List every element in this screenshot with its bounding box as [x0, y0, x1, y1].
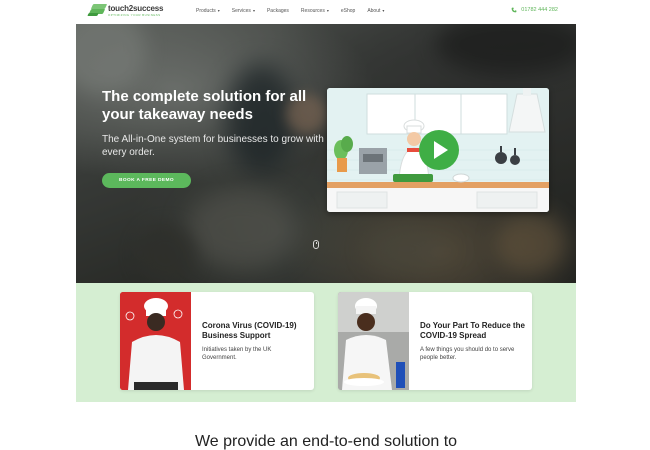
chevron-down-icon: ▾ — [217, 8, 220, 13]
chevron-down-icon: ▾ — [252, 8, 255, 13]
nav-item-about[interactable]: About ▾ — [367, 8, 384, 14]
chevron-down-icon: ▾ — [326, 8, 329, 13]
page: touch2success OPTIMIZING YOUR BUSINESS P… — [76, 0, 576, 450]
brand-name: touch2success — [108, 3, 164, 13]
covid-section: Corona Virus (COVID-19) Business Support… — [76, 283, 576, 402]
nav-menu: Products ▾ Services ▾ Packages Resources ▾ … — [196, 8, 396, 14]
phone-link[interactable]: 01782 444 282 — [511, 7, 558, 13]
hero-subtitle: The All-in-One system for businesses to … — [102, 134, 324, 158]
play-button[interactable] — [419, 130, 459, 170]
card-description: Initiatives taken by the UK Government. — [202, 347, 272, 361]
card-description: A few things you should do to serve peop… — [420, 347, 515, 361]
nav-item-resources[interactable]: Resources ▾ — [301, 8, 329, 14]
phone-icon — [511, 7, 517, 13]
book-demo-button[interactable]: BOOK A FREE DEMO — [102, 173, 191, 188]
chevron-down-icon: ▾ — [382, 8, 385, 13]
scroll-down-icon[interactable] — [313, 240, 319, 249]
logo-mark-icon — [87, 4, 108, 17]
nav-item-eshop[interactable]: eShop — [341, 8, 355, 14]
top-navigation: touch2success OPTIMIZING YOUR BUSINESS P… — [76, 0, 576, 24]
covid-spread-image — [338, 292, 409, 390]
covid-spread-card[interactable]: Do Your Part To Reduce the COVID-19 Spre… — [338, 292, 532, 390]
covid-support-image — [120, 292, 191, 390]
intro-video-player[interactable] — [327, 88, 549, 212]
brand-tagline: OPTIMIZING YOUR BUSINESS — [108, 12, 161, 17]
hero-title: The complete solution for all your takea… — [102, 88, 307, 123]
nav-item-services[interactable]: Services ▾ — [232, 8, 255, 14]
phone-number: 01782 444 282 — [521, 7, 558, 13]
card-title: Do Your Part To Reduce the COVID-19 Spre… — [420, 321, 525, 340]
card-title: Corona Virus (COVID-19) Business Support — [202, 321, 297, 340]
hero-section: The complete solution for all your takea… — [76, 24, 576, 283]
section-heading: We provide an end-to-end solution to — [194, 433, 458, 450]
nav-item-products[interactable]: Products ▾ — [196, 8, 220, 14]
covid-support-card[interactable]: Corona Virus (COVID-19) Business Support… — [120, 292, 314, 390]
nav-item-packages[interactable]: Packages — [267, 8, 289, 14]
brand-logo[interactable]: touch2success OPTIMIZING YOUR BUSINESS — [87, 3, 164, 17]
